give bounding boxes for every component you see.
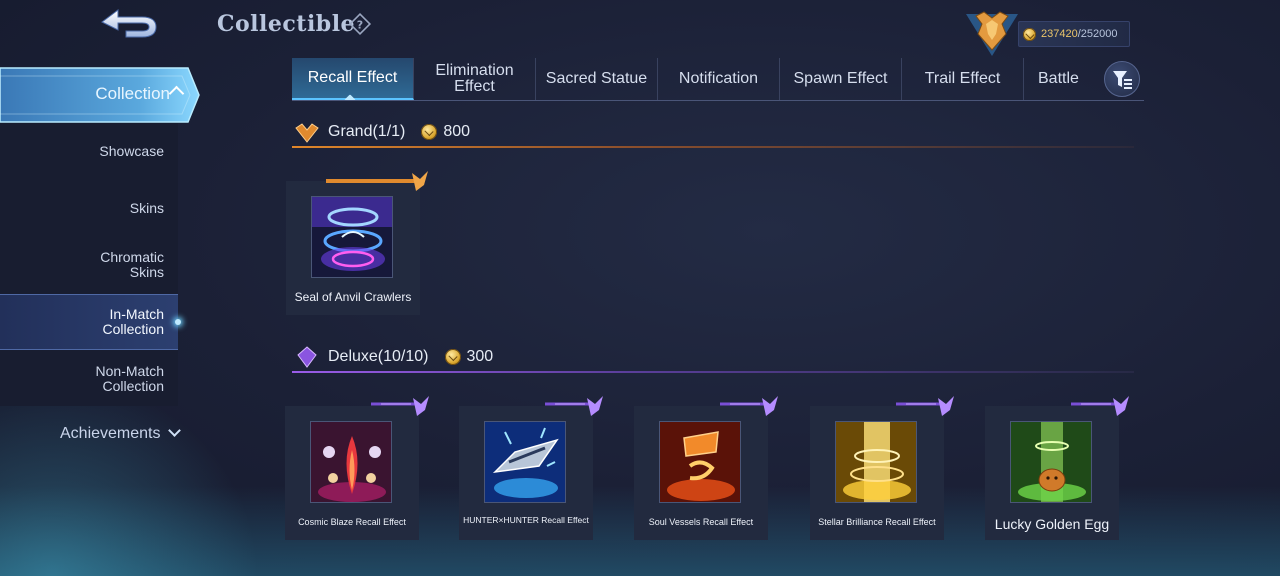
deluxe-card-corner <box>545 396 603 416</box>
tab-spawn-effect[interactable]: Spawn Effect <box>780 58 902 100</box>
item-name: Cosmic Blaze Recall Effect <box>298 517 406 527</box>
tab-label: Recall Effect <box>307 69 398 86</box>
item-thumbnail <box>310 421 392 503</box>
grand-card-corner <box>326 171 428 191</box>
points-current: 237420 <box>1041 28 1078 40</box>
grand-section-label: Grand(1/1) <box>328 123 406 140</box>
item-name: Lucky Golden Egg <box>994 516 1110 532</box>
sidebar-item-label: Skins <box>129 199 164 216</box>
deluxe-card-corner <box>1071 396 1129 416</box>
collectible-card[interactable]: Lucky Golden Egg <box>985 396 1129 540</box>
collection-points: 237420/252000 <box>1018 21 1130 47</box>
tab-recall-effect[interactable]: Recall Effect <box>292 58 414 100</box>
deluxe-section-label: Deluxe(10/10) <box>328 348 429 365</box>
tab-battle-emote[interactable]: Battle E <box>1024 58 1102 100</box>
sidebar-item-in-match-collection[interactable]: In-Match Collection <box>0 294 181 350</box>
grand-tier-icon <box>295 123 319 143</box>
sidebar-item-label: Showcase <box>99 142 164 159</box>
item-thumbnail <box>484 421 566 503</box>
tab-label: Notification <box>678 70 759 87</box>
collection-coin-icon <box>1023 27 1036 41</box>
deluxe-section-cost: 300 <box>444 348 494 366</box>
tab-trail-effect[interactable]: Trail Effect <box>902 58 1024 100</box>
item-name: Seal of Anvil Crawlers <box>294 290 412 304</box>
collectible-card[interactable]: HUNTER×HUNTER Recall Effect <box>459 396 603 540</box>
collectible-card[interactable]: Soul Vessels Recall Effect <box>634 396 778 540</box>
back-arrow-icon <box>101 9 157 38</box>
deluxe-cost-value: 300 <box>466 348 494 365</box>
item-thumbnail <box>311 196 393 278</box>
deluxe-tier-icon <box>297 346 317 368</box>
sidebar-item-skins[interactable]: Skins <box>0 180 178 236</box>
sidebar-item-showcase[interactable]: Showcase <box>0 123 178 179</box>
grand-cost-value: 800 <box>443 123 471 140</box>
item-name: Soul Vessels Recall Effect <box>648 517 754 527</box>
filter-button[interactable] <box>1104 61 1140 97</box>
page-title: Collectible <box>217 11 356 37</box>
grand-section-header: Grand(1/1) 800 <box>292 117 470 147</box>
back-button[interactable] <box>96 6 164 42</box>
tab-label: Battle E <box>1038 71 1082 87</box>
grand-divider <box>292 146 1134 148</box>
deluxe-divider <box>292 371 1134 373</box>
sidebar-collection-label: Collection <box>95 84 170 103</box>
tab-sacred-statue[interactable]: Sacred Statue <box>536 58 658 100</box>
tab-label: Trail Effect <box>924 70 1001 87</box>
sidebar-collection-button[interactable]: Collection <box>0 66 200 124</box>
coin-icon <box>444 349 461 365</box>
sidebar-item-label: Chromatic Skins <box>100 249 164 280</box>
sidebar-achievements-button[interactable]: Achievements <box>60 424 181 443</box>
tab-notification[interactable]: Notification <box>658 58 780 100</box>
points-max: 252000 <box>1080 28 1118 40</box>
deluxe-card-corner <box>896 396 954 416</box>
help-icon[interactable]: ? <box>348 12 372 36</box>
tab-elimination-effect[interactable]: Elimination Effect <box>414 58 536 100</box>
collectible-card[interactable]: Stellar Brilliance Recall Effect <box>810 396 954 540</box>
item-name: Stellar Brilliance Recall Effect <box>818 517 936 527</box>
sidebar-item-label: Non-Match Collection <box>95 363 164 394</box>
tab-label: Elimination Effect <box>435 62 514 95</box>
collector-rank-emblem-icon[interactable] <box>962 10 1022 58</box>
collectible-card[interactable]: Cosmic Blaze Recall Effect <box>285 396 429 540</box>
filter-icon <box>1113 71 1132 89</box>
sidebar-item-chromatic-skins[interactable]: Chromatic Skins <box>0 237 178 293</box>
svg-text:?: ? <box>357 19 363 32</box>
category-tabs: Recall Effect Elimination Effect Sacred … <box>292 58 1144 101</box>
deluxe-card-corner <box>720 396 778 416</box>
item-name: HUNTER×HUNTER Recall Effect <box>463 515 589 525</box>
deluxe-section-header: Deluxe(10/10) 300 <box>292 342 493 372</box>
collectible-card[interactable]: Seal of Anvil Crawlers <box>286 171 428 315</box>
chevron-down-icon <box>167 424 181 437</box>
sidebar-achievements-label: Achievements <box>60 425 161 442</box>
grand-section-cost: 800 <box>421 123 470 141</box>
sidebar-item-label: In-Match Collection <box>102 306 164 337</box>
item-thumbnail <box>659 421 741 503</box>
tab-label: Sacred Statue <box>545 70 648 87</box>
tab-label: Spawn Effect <box>793 70 888 87</box>
deluxe-card-corner <box>371 396 429 416</box>
item-thumbnail <box>835 421 917 503</box>
coin-icon <box>421 124 438 140</box>
sidebar-item-non-match-collection[interactable]: Non-Match Collection <box>0 351 178 407</box>
item-thumbnail <box>1010 421 1092 503</box>
